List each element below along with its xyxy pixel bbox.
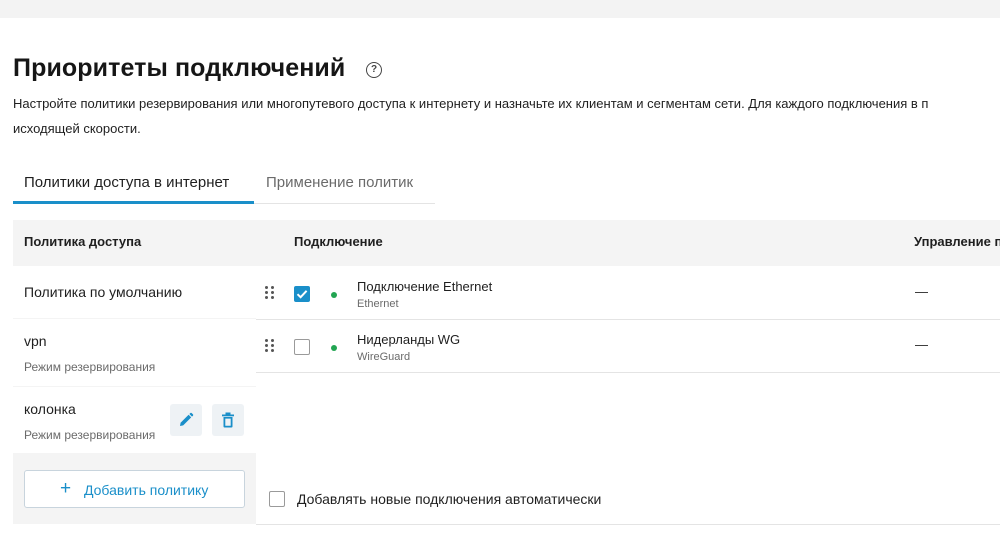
- page-description-line2: исходящей скорости.: [13, 121, 141, 136]
- policy-item-kolonka[interactable]: колонка Режим резервирования: [13, 387, 256, 453]
- connection-type: WireGuard: [357, 351, 411, 363]
- connection-name: Подключение Ethernet: [357, 279, 493, 294]
- policy-name: vpn: [24, 333, 47, 349]
- auto-add-label: Добавлять новые подключения автоматическ…: [297, 491, 602, 507]
- connection-checkbox[interactable]: [294, 339, 310, 355]
- connection-name: Нидерланды WG: [357, 332, 461, 347]
- policies-header-label: Политика доступа: [24, 234, 142, 249]
- connection-management: —: [915, 284, 928, 299]
- tab-policy-application[interactable]: Применение политик: [266, 174, 413, 191]
- policy-mode: Режим резервирования: [24, 428, 156, 442]
- add-policy-label: Добавить политику: [84, 482, 209, 498]
- auto-add-checkbox[interactable]: [269, 491, 285, 507]
- drag-handle-icon[interactable]: [265, 339, 275, 353]
- tab-internet-access-policies[interactable]: Политики доступа в интернет: [24, 174, 229, 191]
- status-online-icon: [331, 292, 337, 298]
- connection-management: —: [915, 337, 928, 352]
- add-policy-button[interactable]: + Добавить политику: [24, 470, 245, 508]
- policy-item-default[interactable]: Политика по умолчанию: [13, 266, 256, 318]
- plus-icon: +: [60, 478, 72, 499]
- page-title: Приоритеты подключений: [13, 54, 346, 82]
- edit-policy-button[interactable]: [170, 404, 202, 436]
- pencil-icon: [180, 412, 194, 426]
- connection-column-header: Подключение: [294, 234, 383, 249]
- top-strip: [0, 0, 1000, 18]
- policy-item-vpn[interactable]: vpn Режим резервирования: [13, 319, 256, 386]
- connection-type: Ethernet: [357, 298, 399, 310]
- policy-mode: Режим резервирования: [24, 360, 156, 374]
- management-column-header: Управление п: [914, 234, 1000, 249]
- delete-policy-button[interactable]: [212, 404, 244, 436]
- active-tab-indicator: [13, 201, 254, 204]
- policies-list: Политика по умолчанию vpn Режим резервир…: [13, 266, 256, 524]
- policy-name: колонка: [24, 401, 76, 417]
- drag-handle-icon[interactable]: [265, 286, 275, 300]
- connection-row: Подключение Ethernet Ethernet —: [256, 267, 1000, 320]
- trash-icon: [222, 412, 234, 428]
- status-online-icon: [331, 345, 337, 351]
- question-circle-icon[interactable]: ?: [366, 62, 382, 78]
- connection-checkbox[interactable]: [294, 286, 310, 302]
- divider: [256, 524, 1000, 525]
- policies-column-header: Политика доступа: [13, 220, 256, 266]
- page-description-line1: Настройте политики резервирования или мн…: [13, 96, 929, 111]
- connection-row: Нидерланды WG WireGuard —: [256, 320, 1000, 373]
- checkmark-icon: [296, 290, 308, 299]
- tab-bar: Политики доступа в интернет Применение п…: [13, 164, 435, 204]
- policy-name: Политика по умолчанию: [24, 284, 183, 300]
- connections-table-header: Подключение Управление п: [256, 220, 1000, 266]
